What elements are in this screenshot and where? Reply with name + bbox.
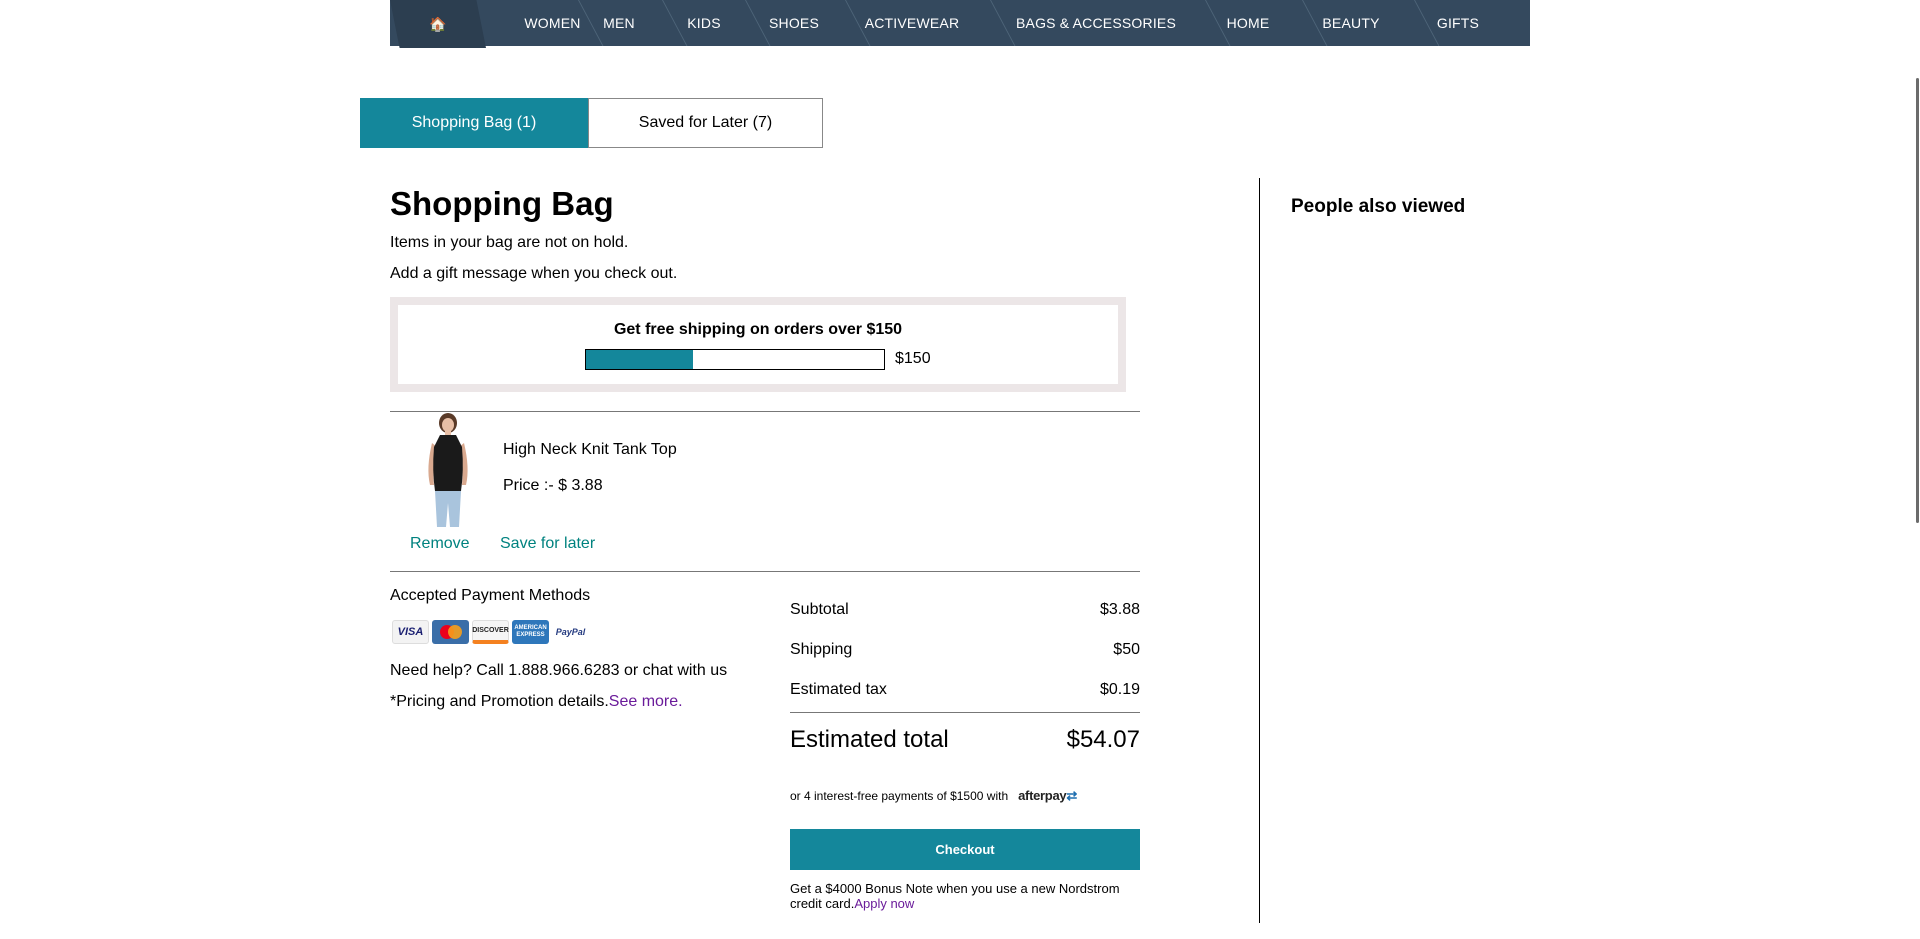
total-value: $54.07 xyxy=(1066,726,1140,753)
shopping-bag-section: Shopping Bag Items in your bag are not o… xyxy=(390,185,1140,911)
bonus-note-text: Get a $4000 Bonus Note when you use a ne… xyxy=(790,881,1120,911)
shipping-row: Shipping $50 xyxy=(790,641,1140,659)
discover-icon: DISCOVER xyxy=(472,620,509,644)
subtotal-value: $3.88 xyxy=(1099,601,1140,618)
nav-item-kids[interactable]: KIDS xyxy=(668,0,740,46)
page-scrollbar[interactable] xyxy=(1914,0,1920,939)
free-shipping-box: Get free shipping on orders over $150 $1… xyxy=(390,297,1126,392)
free-shipping-progress-bar xyxy=(585,349,885,370)
amex-icon: AMERICAN EXPRESS xyxy=(512,620,549,644)
tab-shopping-bag[interactable]: Shopping Bag (1) xyxy=(360,98,588,148)
nav-item-gifts[interactable]: GIFTS xyxy=(1418,0,1498,46)
see-more-link[interactable]: See more. xyxy=(609,693,683,710)
afterpay-offer: or 4 interest-free payments of $1500 wit… xyxy=(790,788,1077,804)
people-also-viewed-title: People also viewed xyxy=(1291,196,1466,217)
visa-icon: VISA xyxy=(392,620,429,644)
hold-notice: Items in your bag are not on hold. xyxy=(390,234,629,251)
free-shipping-title: Get free shipping on orders over $150 xyxy=(613,321,903,338)
tab-saved-for-later[interactable]: Saved for Later (7) xyxy=(588,98,823,148)
nav-item-men[interactable]: MEN xyxy=(585,0,653,46)
pricing-details: *Pricing and Promotion details.See more. xyxy=(390,693,683,711)
nav-item-home[interactable]: HOME xyxy=(1208,0,1288,46)
product-price: Price :- $ 3.88 xyxy=(503,477,603,494)
scrollbar-thumb[interactable] xyxy=(1916,78,1919,523)
product-name[interactable]: High Neck Knit Tank Top xyxy=(503,441,677,459)
help-text: Need help? Call 1.888.966.6283 or chat w… xyxy=(390,662,728,679)
tax-row: Estimated tax $0.19 xyxy=(790,681,1140,699)
top-navigation: 🏠 WOMEN MEN KIDS SHOES ACTIVEWEAR BAGS &… xyxy=(390,0,1530,48)
save-for-later-link[interactable]: Save for later xyxy=(500,535,595,553)
subtotal-row: Subtotal $3.88 xyxy=(790,601,1140,619)
summary-divider xyxy=(790,712,1140,713)
payment-cards: VISA DISCOVER AMERICAN EXPRESS PayPal xyxy=(392,620,589,644)
free-shipping-threshold: $150 xyxy=(895,350,931,367)
pricing-details-text: *Pricing and Promotion details. xyxy=(390,693,609,710)
subtotal-label: Subtotal xyxy=(790,601,849,618)
mastercard-circles xyxy=(439,625,462,639)
divider xyxy=(390,411,1140,412)
total-label: Estimated total xyxy=(790,726,949,753)
total-row: Estimated total $54.07 xyxy=(790,726,1140,754)
checkout-button[interactable]: Checkout xyxy=(790,829,1140,870)
gift-message-notice: Add a gift message when you check out. xyxy=(390,265,678,282)
shipping-value: $50 xyxy=(1113,641,1140,658)
apply-now-link[interactable]: Apply now xyxy=(854,896,914,911)
nav-item-beauty[interactable]: BEAUTY xyxy=(1306,0,1396,46)
mastercard-icon xyxy=(432,620,469,644)
tax-label: Estimated tax xyxy=(790,681,887,698)
paypal-icon: PayPal xyxy=(552,620,589,644)
nav-home-button[interactable]: 🏠 xyxy=(390,0,486,48)
sidebar-divider xyxy=(1259,178,1260,923)
page-title: Shopping Bag xyxy=(390,185,614,222)
free-shipping-progress-fill xyxy=(586,350,694,369)
product-image[interactable] xyxy=(412,413,480,527)
afterpay-arrows-icon: ⇄ xyxy=(1066,788,1077,803)
afterpay-logo[interactable]: afterpay⇄ xyxy=(1018,788,1077,804)
payment-methods-title: Accepted Payment Methods xyxy=(390,587,591,604)
bonus-note-offer: Get a $4000 Bonus Note when you use a ne… xyxy=(790,881,1140,911)
nav-item-shoes[interactable]: SHOES xyxy=(752,0,836,46)
home-icon: 🏠 xyxy=(429,16,447,32)
afterpay-logo-text: afterpay xyxy=(1018,788,1067,803)
tax-value: $0.19 xyxy=(1099,681,1140,698)
nav-item-bags-accessories[interactable]: BAGS & ACCESSORIES xyxy=(996,0,1196,46)
nav-item-activewear[interactable]: ACTIVEWEAR xyxy=(852,0,972,46)
afterpay-text: or 4 interest-free payments of $1500 wit… xyxy=(790,789,1009,803)
divider xyxy=(390,571,1140,572)
remove-link[interactable]: Remove xyxy=(410,535,470,553)
shipping-label: Shipping xyxy=(790,641,853,658)
bag-tabs: Shopping Bag (1) Saved for Later (7) xyxy=(360,98,823,148)
